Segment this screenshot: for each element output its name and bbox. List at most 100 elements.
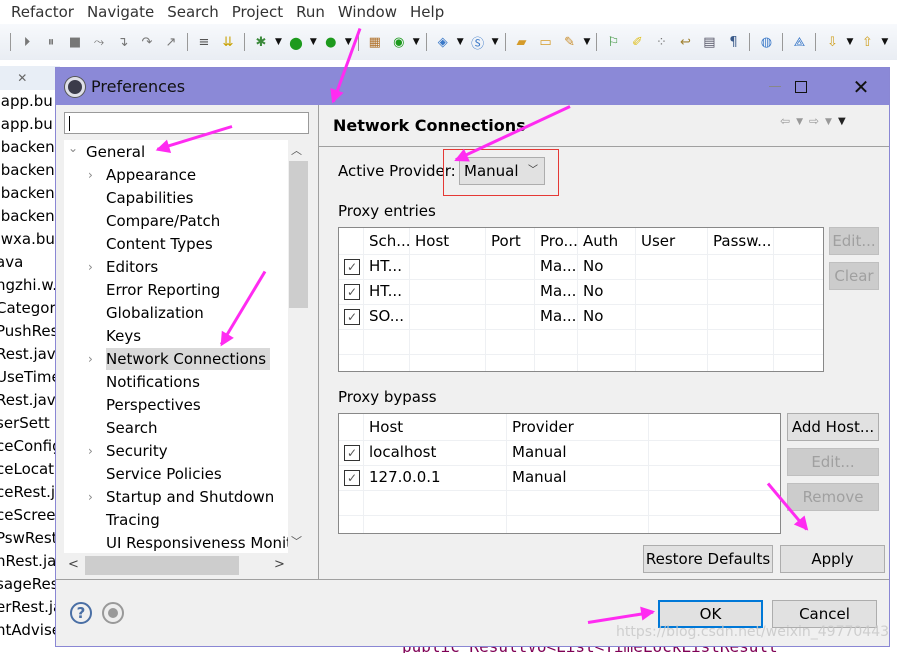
open-web-browser-icon[interactable]: ◍: [757, 33, 775, 51]
back-icon[interactable]: ⇦: [780, 114, 790, 130]
tree-item[interactable]: Perspectives: [106, 394, 201, 416]
edit-host-button[interactable]: Edit...: [787, 448, 879, 476]
menu-search[interactable]: Search: [167, 3, 219, 21]
tree-item[interactable]: Capabilities: [106, 187, 194, 209]
restore-defaults-button[interactable]: Restore Defaults: [643, 545, 773, 573]
bypass-checkbox[interactable]: ✓: [344, 445, 360, 461]
next-annotation-icon[interactable]: ⇩: [823, 33, 841, 51]
run-icon[interactable]: ●: [287, 33, 305, 52]
explorer-file-item[interactable]: .backen: [0, 136, 60, 159]
explorer-file-item[interactable]: PushRes: [0, 320, 60, 343]
launch-icon[interactable]: ⟁: [790, 33, 808, 51]
menu-navigate[interactable]: Navigate: [87, 3, 154, 21]
explorer-file-item[interactable]: ceScree: [0, 504, 60, 527]
back-dropdown-icon[interactable]: ▼: [796, 114, 803, 130]
menu-refactor[interactable]: Refactor: [11, 3, 74, 21]
tree-item[interactable]: › Startup and Shutdown: [88, 486, 274, 508]
scroll-up-icon[interactable]: ︿: [291, 142, 302, 158]
resume-icon[interactable]: ⏵: [18, 33, 36, 51]
chevron-right-icon[interactable]: ›: [88, 440, 93, 462]
tree-item[interactable]: Search: [106, 417, 158, 439]
column-header[interactable]: Provider: [506, 415, 648, 440]
scrollbar-thumb[interactable]: [289, 161, 308, 308]
explorer-file-item[interactable]: Rest.java: [0, 343, 60, 366]
explorer-file-item[interactable]: .wxa.bu: [0, 228, 60, 251]
view-menu-icon[interactable]: ▼: [838, 114, 846, 130]
show-source-only-icon[interactable]: ▤: [700, 33, 718, 51]
forward-dropdown-icon[interactable]: ▼: [825, 114, 832, 130]
terminate-icon[interactable]: ■: [66, 33, 84, 51]
entry-checkbox[interactable]: ✓: [344, 284, 360, 300]
explorer-file-item[interactable]: serSett: [0, 412, 60, 435]
bypass-checkbox[interactable]: ✓: [344, 470, 360, 486]
package-explorer-tab[interactable]: ✕: [0, 66, 60, 90]
explorer-file-item[interactable]: UseTime: [0, 366, 60, 389]
explorer-file-item[interactable]: Rest.jav: [0, 389, 60, 412]
explorer-file-item[interactable]: sageRes: [0, 573, 60, 596]
explorer-file-item[interactable]: .app.bu: [0, 90, 60, 113]
column-header[interactable]: Host: [363, 415, 506, 440]
chevron-down-icon[interactable]: ⌄: [68, 140, 78, 159]
menu-window[interactable]: Window: [338, 3, 397, 21]
dialog-titlebar[interactable]: Preferences ✕: [56, 68, 889, 105]
explorer-file-item[interactable]: ava: [0, 251, 60, 274]
chevron-right-icon[interactable]: ›: [88, 164, 93, 186]
explorer-file-item[interactable]: erRest.ja: [0, 596, 60, 619]
explorer-file-item[interactable]: ceConfig: [0, 435, 60, 458]
new-class-icon[interactable]: ◉: [390, 33, 408, 51]
column-header[interactable]: Passw...: [707, 229, 773, 254]
menu-project[interactable]: Project: [232, 3, 283, 21]
entry-checkbox[interactable]: ✓: [344, 309, 360, 325]
external-tools-icon[interactable]: ●: [322, 33, 340, 51]
tree-item[interactable]: Content Types: [106, 233, 213, 255]
close-button[interactable]: ✕: [838, 68, 884, 105]
tree-item[interactable]: Notifications: [106, 371, 200, 393]
step-over-icon[interactable]: ↷: [138, 33, 156, 51]
previous-annotation-dropdown-icon[interactable]: ▼: [881, 37, 888, 47]
toggle-word-wrap-icon[interactable]: ↩: [676, 33, 694, 51]
apply-button[interactable]: Apply: [780, 545, 885, 573]
column-header[interactable]: Host: [409, 229, 485, 254]
column-header[interactable]: Auth: [577, 229, 635, 254]
record-icon[interactable]: [102, 602, 124, 624]
clear-entry-button[interactable]: Clear: [829, 262, 879, 290]
tree-item[interactable]: Globalization: [106, 302, 204, 324]
tree-item[interactable]: › Editors: [88, 256, 158, 278]
forward-icon[interactable]: ⇨: [809, 114, 819, 130]
new-package-icon[interactable]: ▦: [366, 33, 384, 51]
tree-item[interactable]: › Network Connections: [88, 348, 271, 370]
tree-item[interactable]: › Appearance: [88, 164, 196, 186]
column-header[interactable]: Port: [485, 229, 534, 254]
scroll-right-icon[interactable]: >: [274, 557, 285, 572]
column-header[interactable]: User: [635, 229, 707, 254]
menu-run[interactable]: Run: [296, 3, 325, 21]
explorer-file-item[interactable]: PswRest: [0, 527, 60, 550]
remove-host-button[interactable]: Remove: [787, 483, 879, 511]
open-resource-icon[interactable]: ▭: [537, 33, 555, 51]
step-return-icon[interactable]: ↗: [162, 33, 180, 51]
tree-item[interactable]: Service Policies: [106, 463, 222, 485]
toggle-mark-occurrences-icon[interactable]: ✐: [628, 33, 646, 51]
drop-to-frame-icon[interactable]: ⇊: [219, 33, 237, 51]
tree-item[interactable]: › Security: [88, 440, 168, 462]
new-spring-dropdown-icon[interactable]: ▼: [492, 37, 499, 47]
scroll-down-icon[interactable]: ﹀: [291, 533, 302, 549]
explorer-file-item[interactable]: nRest.ja: [0, 550, 60, 573]
explorer-file-item[interactable]: .backen: [0, 182, 60, 205]
previous-annotation-icon[interactable]: ⇧: [858, 33, 876, 51]
maximize-button[interactable]: [778, 68, 824, 105]
new-spring-icon[interactable]: Ⓢ: [469, 33, 487, 52]
explorer-file-item[interactable]: ceLocat: [0, 458, 60, 481]
explorer-file-item[interactable]: .backen: [0, 205, 60, 228]
toggle-breadcrumb-icon[interactable]: ⚐: [604, 33, 622, 51]
tree-item[interactable]: ⌄ General: [68, 141, 145, 163]
explorer-file-item[interactable]: ntAdvise: [0, 619, 60, 642]
add-host-button[interactable]: Add Host...: [787, 413, 879, 441]
external-tools-dropdown-icon[interactable]: ▼: [345, 37, 352, 47]
run-dropdown-icon[interactable]: ▼: [310, 37, 317, 47]
use-step-filters-icon[interactable]: ≡: [195, 33, 213, 51]
next-annotation-dropdown-icon[interactable]: ▼: [846, 37, 853, 47]
debug-dropdown-icon[interactable]: ▼: [275, 37, 282, 47]
chevron-right-icon[interactable]: ›: [88, 256, 93, 278]
new-class-dropdown-icon[interactable]: ▼: [413, 37, 420, 47]
